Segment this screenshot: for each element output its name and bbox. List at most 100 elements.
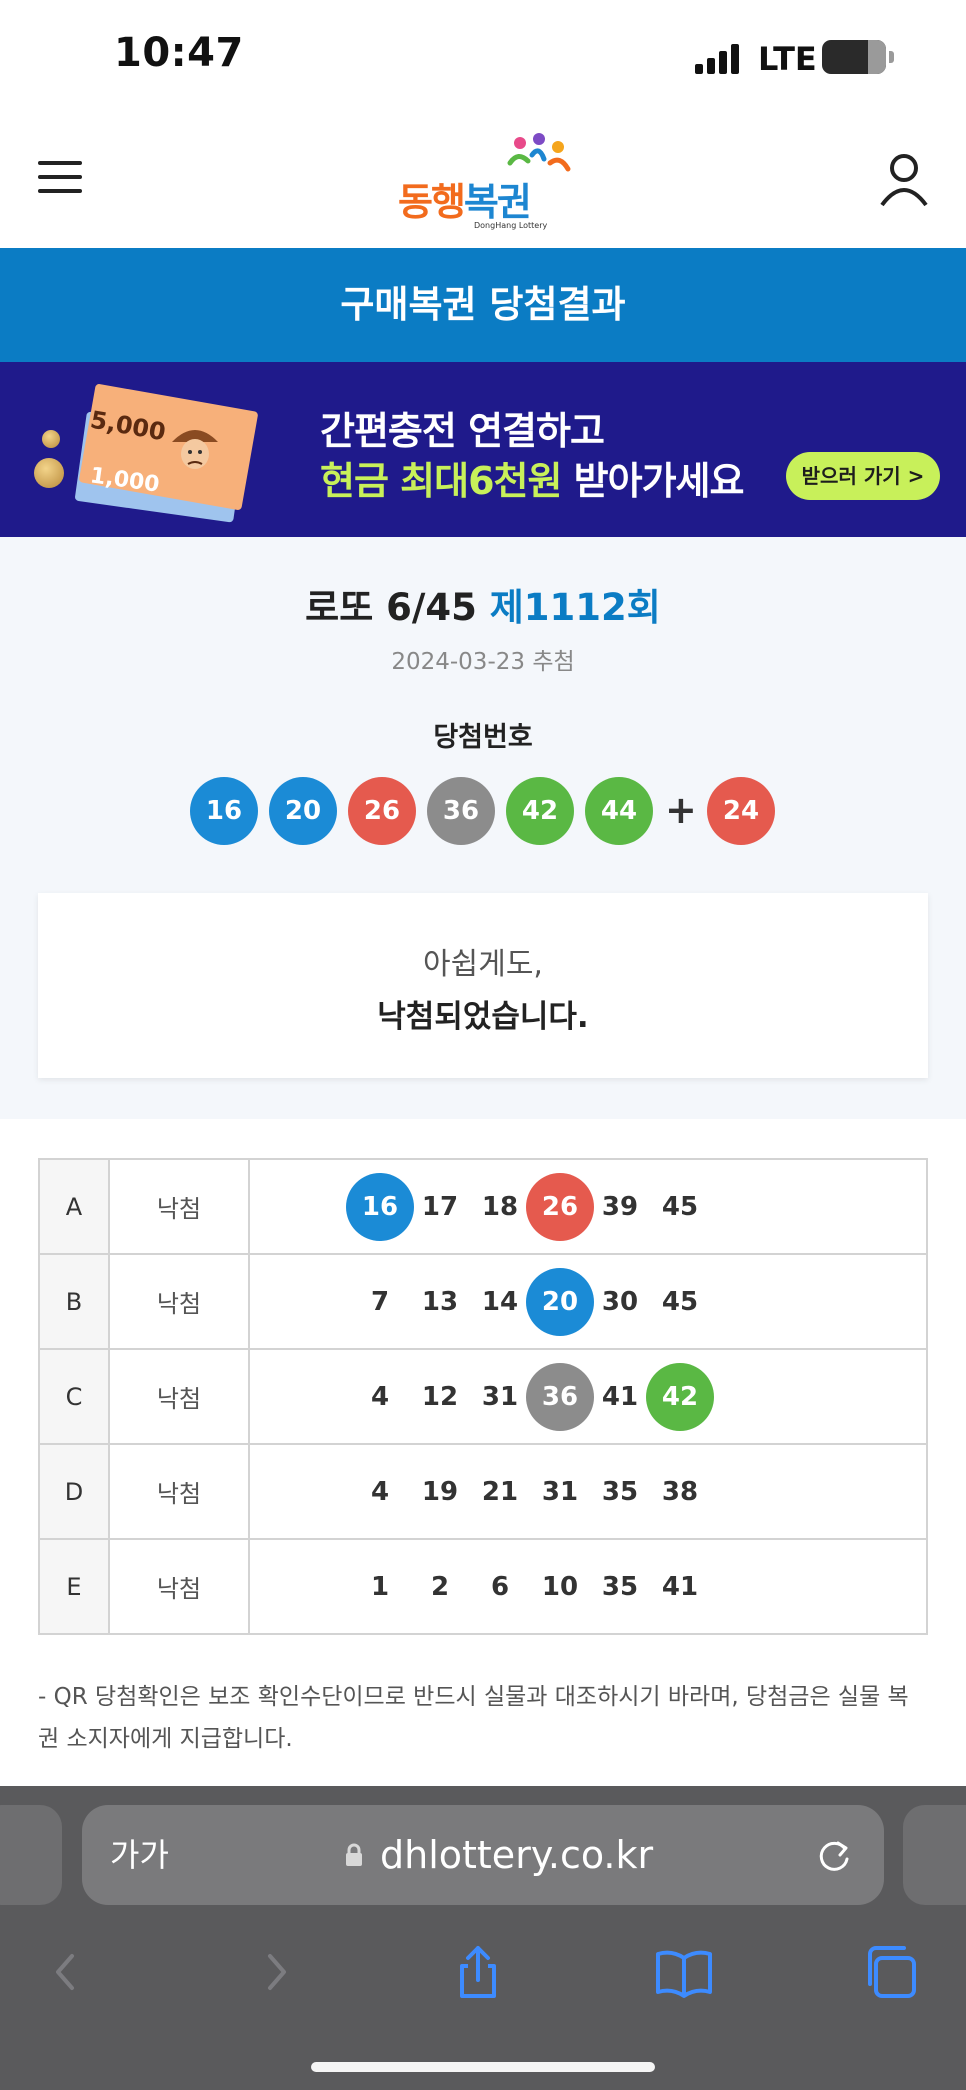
number: 13	[421, 1286, 459, 1317]
cellular-signal-icon	[695, 44, 741, 74]
number: 14	[481, 1286, 519, 1317]
promo-banner[interactable]: 5,000 1,000 간편충전 연결하고 현금 최대6천원 받아가세요 받으러…	[0, 362, 966, 537]
coin-icon	[42, 430, 60, 448]
banner-cta-button[interactable]: 받으러 가기 >	[786, 452, 940, 500]
winning-numbers-label: 당첨번호	[433, 722, 533, 753]
result-message-card: 아쉽게도, 낙첨되었습니다.	[38, 893, 928, 1078]
status-time: 10:47	[114, 30, 244, 76]
number: 41	[601, 1381, 639, 1412]
browser-nav-bar	[0, 1922, 966, 2022]
number: 45	[661, 1286, 699, 1317]
logo-text: 동행복권	[398, 180, 532, 224]
game-result: 낙첨	[108, 1443, 250, 1540]
number: 31	[481, 1381, 519, 1412]
browser-toolbar: 가가 dhlottery.co.kr	[0, 1786, 966, 2090]
game-id: E	[38, 1538, 110, 1635]
number: 19	[421, 1476, 459, 1507]
game-numbers: 7 13 14 20 30 45	[248, 1253, 928, 1350]
text-size-button[interactable]: 가가	[110, 1805, 169, 1905]
number: 35	[601, 1476, 639, 1507]
plus-sign: +	[665, 788, 697, 832]
previous-tab-preview[interactable]	[0, 1805, 62, 1905]
number: 41	[661, 1571, 699, 1602]
game-id: D	[38, 1443, 110, 1540]
table-row: C 낙첨 4 12 31 36 41 42	[38, 1348, 928, 1445]
url-text[interactable]: dhlottery.co.kr	[380, 1805, 653, 1905]
banner-headline: 간편충전 연결하고	[320, 409, 605, 453]
matched-number: 16	[346, 1172, 414, 1241]
number: 4	[370, 1476, 390, 1507]
site-logo[interactable]: 동행복권 DongHang Lottery	[398, 133, 571, 233]
winning-ball: 26	[348, 777, 416, 845]
number: 7	[370, 1286, 390, 1317]
matched-number: 20	[526, 1267, 594, 1336]
battery-icon: 64	[822, 40, 886, 74]
game-numbers: 16 17 18 26 39 45	[248, 1158, 928, 1255]
forward-icon[interactable]	[246, 1942, 306, 2002]
hamburger-menu-icon[interactable]	[38, 157, 82, 197]
table-row: D 낙첨 4 19 21 31 35 38	[38, 1443, 928, 1540]
result-message-line2: 낙첨되었습니다.	[377, 999, 589, 1035]
page-title: 구매복권 당첨결과	[0, 248, 966, 362]
game-result: 낙첨	[108, 1348, 250, 1445]
number: 35	[601, 1571, 639, 1602]
number: 18	[481, 1191, 519, 1222]
winning-ball: 20	[269, 777, 337, 845]
game-result: 낙첨	[108, 1158, 250, 1255]
game-numbers: 4 12 31 36 41 42	[248, 1348, 928, 1445]
notice-text: - QR 당첨확인은 보조 확인수단이므로 반드시 실물과 대조하시기 바라며,…	[38, 1684, 909, 1752]
winning-ball: 44	[585, 777, 653, 845]
ticket-results-table: A 낙첨 16 17 18 26 39 45 B 낙첨 7 13 14 20 3…	[38, 1158, 928, 1635]
number: 39	[601, 1191, 639, 1222]
character-icon	[172, 430, 218, 469]
game-result: 낙첨	[108, 1253, 250, 1350]
battery-tip	[889, 51, 894, 63]
home-indicator[interactable]	[311, 2062, 655, 2072]
number: 30	[601, 1286, 639, 1317]
matched-number: 26	[526, 1172, 594, 1241]
reload-icon[interactable]	[814, 1835, 854, 1875]
back-icon[interactable]	[36, 1942, 96, 2002]
winning-ball: 42	[506, 777, 574, 845]
draw-round-title: 로또 6/45 제1112회	[305, 586, 661, 629]
table-row: A 낙첨 16 17 18 26 39 45	[38, 1158, 928, 1255]
number: 4	[370, 1381, 390, 1412]
table-row: E 낙첨 1 2 6 10 35 41	[38, 1538, 928, 1635]
tabs-icon[interactable]	[860, 1942, 920, 2002]
status-bar: 10:47 LTE 64	[0, 0, 966, 115]
game-id: B	[38, 1253, 110, 1350]
game-result: 낙첨	[108, 1538, 250, 1635]
number: 45	[661, 1191, 699, 1222]
number: 31	[541, 1476, 579, 1507]
number: 17	[421, 1191, 459, 1222]
next-tab-preview[interactable]	[903, 1805, 966, 1905]
bookmarks-icon[interactable]	[654, 1942, 714, 2002]
number: 1	[370, 1571, 390, 1602]
winning-ball: 16	[190, 777, 258, 845]
network-type: LTE	[758, 40, 817, 78]
game-numbers: 1 2 6 10 35 41	[248, 1538, 928, 1635]
logo-subtext: DongHang Lottery	[474, 221, 548, 230]
draw-result-section: 로또 6/45 제1112회 2024-03-23 추첨 당첨번호 16 20 …	[0, 537, 966, 1119]
number: 10	[541, 1571, 579, 1602]
number: 12	[421, 1381, 459, 1412]
address-bar[interactable]: 가가 dhlottery.co.kr	[82, 1805, 884, 1905]
matched-number: 36	[526, 1362, 594, 1431]
user-icon[interactable]	[878, 151, 930, 207]
site-header: 동행복권 DongHang Lottery	[0, 115, 966, 248]
bonus-ball: 24	[707, 777, 775, 845]
number: 6	[490, 1571, 510, 1602]
table-row: B 낙첨 7 13 14 20 30 45	[38, 1253, 928, 1350]
banner-subline: 현금 최대6천원 받아가세요	[320, 459, 744, 503]
share-icon[interactable]	[448, 1942, 508, 2002]
lock-icon	[346, 1843, 362, 1866]
coin-icon	[34, 458, 64, 488]
number: 21	[481, 1476, 519, 1507]
number: 38	[661, 1476, 699, 1507]
game-id: A	[38, 1158, 110, 1255]
winning-numbers: 16 20 26 36 42 44 + 24	[0, 777, 966, 845]
game-numbers: 4 19 21 31 35 38	[248, 1443, 928, 1540]
number: 2	[430, 1571, 450, 1602]
winning-ball: 36	[427, 777, 495, 845]
matched-number: 42	[646, 1362, 714, 1431]
